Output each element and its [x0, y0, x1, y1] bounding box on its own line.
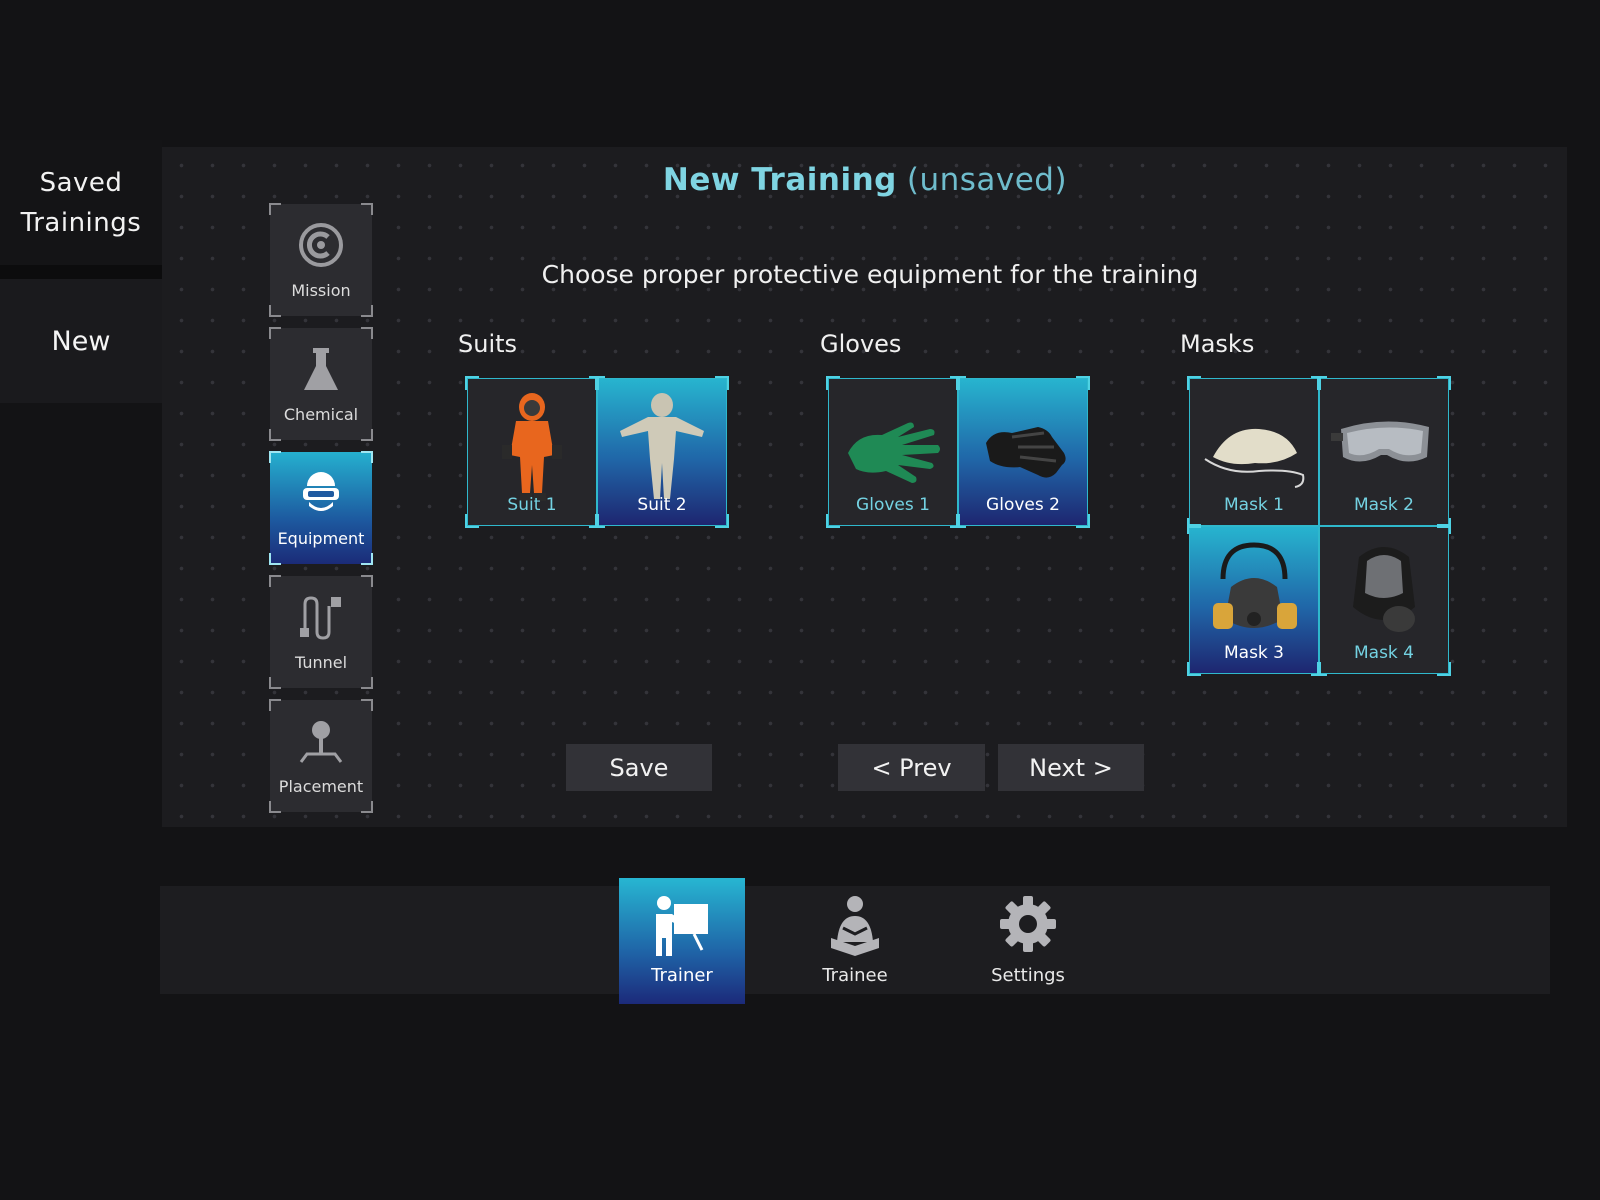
- gloves-2-option[interactable]: Gloves 2: [958, 378, 1088, 526]
- step-equipment[interactable]: Equipment: [269, 451, 373, 565]
- mode-trainee[interactable]: Trainee: [792, 878, 918, 1004]
- mode-label: Settings: [991, 965, 1065, 986]
- page-instruction: Choose proper protective equipment for t…: [541, 260, 1199, 289]
- tile-label: Mask 3: [1223, 643, 1284, 663]
- black-glove-icon: [986, 427, 1066, 478]
- app-screen: Saved Trainings New New Training (unsaved…: [0, 0, 1600, 1200]
- suits-title: Suits: [458, 330, 518, 358]
- nav-saved-label-line2: Trainings: [20, 207, 142, 238]
- gloves-1-option[interactable]: Gloves 1: [828, 378, 958, 526]
- mode-trainer[interactable]: Trainer: [619, 878, 745, 1004]
- tile-label: Suit 1: [507, 495, 557, 515]
- nav-new[interactable]: New: [0, 279, 162, 403]
- trainee-icon: [831, 896, 879, 956]
- page-title: New Training (unsaved): [0, 162, 1600, 198]
- step-label: Mission: [291, 281, 351, 300]
- suit-2-option[interactable]: Suit 2: [597, 378, 727, 526]
- dust-mask-icon: [1204, 428, 1305, 488]
- step-label: Equipment: [277, 529, 365, 548]
- green-glove-icon: [848, 422, 940, 483]
- mode-settings[interactable]: Settings: [965, 878, 1091, 1004]
- tile-label: Gloves 1: [856, 495, 930, 515]
- tile-label: Mask 2: [1353, 495, 1414, 515]
- flask-icon: [304, 348, 338, 390]
- next-button[interactable]: Next >: [998, 744, 1144, 791]
- mode-label: Trainee: [822, 965, 888, 986]
- safety-goggles-icon: [1331, 421, 1429, 462]
- suit-1-option[interactable]: Suit 1: [467, 378, 597, 526]
- tile-label: Mask 4: [1353, 643, 1414, 663]
- tile-label: Suit 2: [637, 495, 687, 515]
- step-placement[interactable]: Placement: [269, 699, 373, 813]
- masks-title: Masks: [1180, 330, 1255, 358]
- step-mission[interactable]: Mission: [269, 203, 373, 317]
- mask-1-option[interactable]: Mask 1: [1189, 378, 1319, 526]
- mask-3-option[interactable]: Mask 3: [1189, 526, 1319, 674]
- save-button[interactable]: Save: [566, 744, 712, 791]
- step-label: Placement: [278, 777, 364, 796]
- hazmat-suit-orange-icon: [502, 393, 562, 501]
- gloves-title: Gloves: [820, 330, 902, 358]
- step-label: Tunnel: [294, 653, 348, 672]
- mask-2-option[interactable]: Mask 2: [1319, 378, 1449, 526]
- step-label: Chemical: [283, 405, 359, 424]
- half-face-respirator-icon: [1213, 542, 1297, 629]
- mission-icon: [299, 223, 343, 267]
- mode-label: Trainer: [651, 965, 713, 986]
- prev-button[interactable]: < Prev: [838, 744, 985, 791]
- tile-label: Gloves 2: [986, 495, 1060, 515]
- mask-4-option[interactable]: Mask 4: [1319, 526, 1449, 674]
- tile-label: Mask 1: [1223, 495, 1284, 515]
- step-tunnel[interactable]: Tunnel: [269, 575, 373, 689]
- step-chemical[interactable]: Chemical: [269, 327, 373, 441]
- joystick-pin-icon: [299, 721, 343, 763]
- page-title-text: New Training: [662, 162, 897, 198]
- nav-new-label: New: [51, 325, 111, 357]
- page-title-status: (unsaved): [906, 162, 1068, 198]
- tunnel-path-icon: [300, 596, 341, 640]
- trainer-icon: [656, 896, 708, 956]
- full-face-gas-mask-icon: [1353, 547, 1415, 632]
- nav-saved-trainings[interactable]: Saved Trainings: [0, 140, 162, 265]
- gear-icon: [1000, 896, 1056, 952]
- coverall-suit-white-icon: [620, 393, 704, 499]
- vr-headset-icon: [303, 472, 339, 511]
- step-sidebar: Mission Chemical Equipment Tunnel Placem…: [269, 203, 373, 824]
